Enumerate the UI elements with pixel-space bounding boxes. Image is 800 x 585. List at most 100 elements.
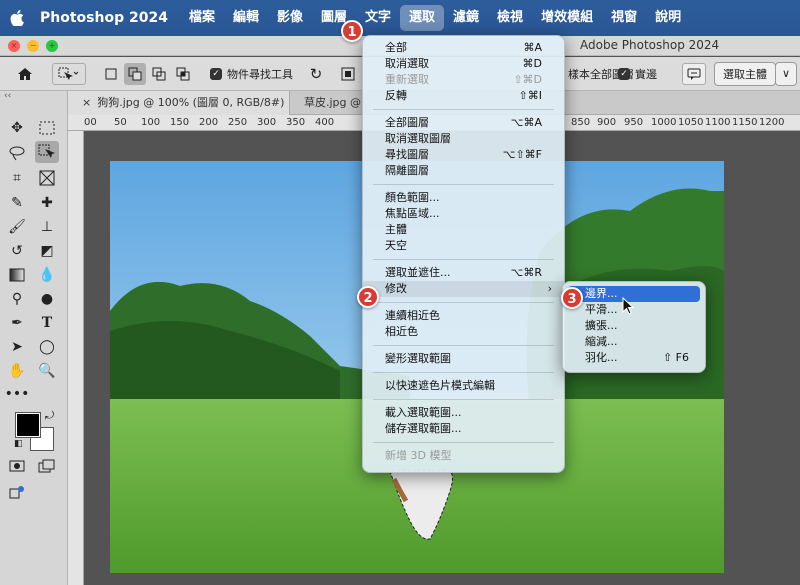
dodge-tool-icon[interactable]: ⚲: [5, 288, 29, 310]
collapse-panel-icon[interactable]: ‹‹: [4, 91, 11, 101]
select-subject-button[interactable]: 選取主體: [714, 61, 776, 86]
menu-item-subject[interactable]: 主體: [363, 222, 564, 238]
new-selection-icon[interactable]: [100, 63, 122, 85]
frame-tool-icon[interactable]: [35, 167, 59, 189]
menu-filter[interactable]: 濾鏡: [444, 5, 488, 31]
shortcut-label: ⌥⌘A: [510, 116, 542, 129]
type-tool-icon[interactable]: T: [35, 312, 59, 334]
tab-dog-close[interactable]: ×: [82, 96, 91, 109]
quick-mask-icon[interactable]: [5, 455, 29, 477]
menu-item-label: 邊界...: [585, 287, 618, 300]
subtract-from-selection-icon[interactable]: [148, 63, 170, 85]
menu-item-select-all[interactable]: 全部 ⌘A: [363, 40, 564, 56]
menu-item-find-layers[interactable]: 尋找圖層 ⌥⇧⌘F: [363, 147, 564, 163]
submenu-item-smooth[interactable]: 平滑...: [563, 302, 705, 318]
menu-help[interactable]: 說明: [646, 5, 690, 31]
step-badge-1: 1: [341, 20, 363, 42]
menu-plugins[interactable]: 增效模組: [532, 5, 602, 31]
menu-window[interactable]: 視窗: [602, 5, 646, 31]
menu-item-transform-selection[interactable]: 變形選取範圍: [363, 351, 564, 367]
screen-mode-icon[interactable]: [35, 455, 59, 477]
refresh-icon[interactable]: ↻: [305, 63, 327, 85]
pen-tool-icon[interactable]: ✒: [5, 312, 29, 334]
ellipse-tool-icon[interactable]: ◯: [35, 336, 59, 358]
object-finder-label: 物件尋找工具: [227, 67, 293, 81]
submenu-item-contract[interactable]: 縮減...: [563, 334, 705, 350]
menu-item-label: 焦點區域...: [385, 207, 440, 220]
menu-item-select-and-mask[interactable]: 選取並遮住... ⌥⌘R: [363, 265, 564, 281]
menu-edit[interactable]: 編輯: [224, 5, 268, 31]
crop-tool-icon[interactable]: ⌗: [5, 167, 29, 189]
shortcut-label: ⇧⌘I: [518, 89, 542, 102]
menu-select[interactable]: 選取: [400, 5, 445, 31]
blur-tool-icon[interactable]: 💧: [35, 264, 59, 286]
ruler-tick: 1200: [759, 117, 785, 128]
default-colors-icon[interactable]: ◧: [14, 439, 23, 449]
harden-edge-toggle[interactable]: ✓ 實邊: [618, 63, 657, 85]
menu-item-modify[interactable]: 修改 ›: [363, 281, 564, 297]
more-tools-icon[interactable]: •••: [5, 383, 30, 405]
submenu-item-feather[interactable]: 羽化... ⇧ F6: [563, 350, 705, 366]
apple-icon[interactable]: [0, 0, 34, 36]
show-objects-icon[interactable]: [337, 63, 359, 85]
select-menu-dropdown: 全部 ⌘A 取消選取 ⌘D 重新選取 ⇧⌘D 反轉 ⇧⌘I 全部圖層 ⌥⌘A 取消選取圖層…: [362, 35, 565, 473]
swap-colors-icon[interactable]: ⤾: [45, 409, 54, 423]
menu-item-deselect-layers[interactable]: 取消選取圖層: [363, 131, 564, 147]
healing-brush-tool-icon[interactable]: ✚: [35, 192, 59, 214]
menu-item-grow[interactable]: 連續相近色: [363, 308, 564, 324]
brush-tool-icon[interactable]: 🖌: [5, 216, 29, 238]
minimize-window-icon[interactable]: −: [27, 40, 39, 52]
hand-tool-icon[interactable]: ✋: [5, 360, 29, 382]
menu-separator: [373, 109, 554, 110]
zoom-tool-icon[interactable]: 🔍: [35, 360, 59, 382]
menu-item-label: 反轉: [385, 89, 407, 102]
menu-item-inverse[interactable]: 反轉 ⇧⌘I: [363, 88, 564, 104]
step-badge-3: 3: [561, 287, 583, 309]
menu-file[interactable]: 檔案: [180, 5, 224, 31]
shortcut-label: ⌥⌘R: [510, 266, 542, 279]
share-icon[interactable]: [5, 481, 29, 503]
submenu-item-expand[interactable]: 擴張...: [563, 318, 705, 334]
move-tool-icon[interactable]: ✥: [5, 117, 29, 139]
menu-item-similar[interactable]: 相近色: [363, 324, 564, 340]
tab-dog-jpg[interactable]: ×狗狗.jpg @ 100% (圖層 0, RGB/8#) *: [68, 91, 290, 133]
eraser-tool-icon[interactable]: ◩: [35, 240, 59, 262]
gradient-tool-icon[interactable]: [5, 264, 29, 286]
menu-item-load-selection[interactable]: 載入選取範圍...: [363, 405, 564, 421]
burn-tool-icon[interactable]: ●: [35, 288, 59, 310]
clone-stamp-tool-icon[interactable]: ⊥: [35, 216, 59, 238]
intersect-selection-icon[interactable]: [172, 63, 194, 85]
menu-item-save-selection[interactable]: 儲存選取範圍...: [363, 421, 564, 437]
eyedropper-tool-icon[interactable]: ✎: [5, 192, 29, 214]
menu-image[interactable]: 影像: [268, 5, 312, 31]
menu-item-quick-mask[interactable]: 以快速遮色片模式編輯: [363, 378, 564, 394]
menu-item-isolate-layers[interactable]: 隔離圖層: [363, 163, 564, 179]
menu-item-all-layers[interactable]: 全部圖層 ⌥⌘A: [363, 115, 564, 131]
menu-item-label: 羽化...: [585, 351, 618, 364]
menu-item-focus-area[interactable]: 焦點區域...: [363, 206, 564, 222]
menu-separator: [373, 259, 554, 260]
app-name-menu[interactable]: Photoshop 2024: [34, 5, 180, 31]
close-window-icon[interactable]: ×: [8, 40, 20, 52]
add-to-selection-icon[interactable]: [124, 62, 146, 85]
menu-item-color-range[interactable]: 顏色範圍...: [363, 190, 564, 206]
tab-grass-jpg[interactable]: 草皮.jpg @: [290, 91, 370, 115]
marquee-tool-icon[interactable]: [35, 117, 59, 139]
zoom-window-icon[interactable]: +: [46, 40, 58, 52]
menu-item-deselect[interactable]: 取消選取 ⌘D: [363, 56, 564, 72]
menu-item-sky[interactable]: 天空: [363, 238, 564, 254]
path-selection-tool-icon[interactable]: ➤: [5, 336, 29, 358]
select-subject-dropdown[interactable]: ∨: [775, 61, 797, 86]
tool-preset-picker[interactable]: [52, 62, 86, 85]
feedback-icon[interactable]: [682, 62, 706, 85]
ruler-tick: 1000: [651, 117, 677, 128]
foreground-color-swatch[interactable]: [15, 412, 41, 438]
object-finder-toggle[interactable]: ✓ 物件尋找工具: [210, 63, 293, 85]
submenu-item-border[interactable]: 邊界...: [568, 286, 700, 302]
object-selection-tool-icon[interactable]: [35, 141, 59, 163]
home-icon[interactable]: [12, 63, 38, 85]
history-brush-tool-icon[interactable]: ↺: [5, 240, 29, 262]
lasso-tool-icon[interactable]: [5, 142, 29, 164]
ruler-tick: 1100: [705, 117, 731, 128]
menu-view[interactable]: 檢視: [488, 5, 532, 31]
